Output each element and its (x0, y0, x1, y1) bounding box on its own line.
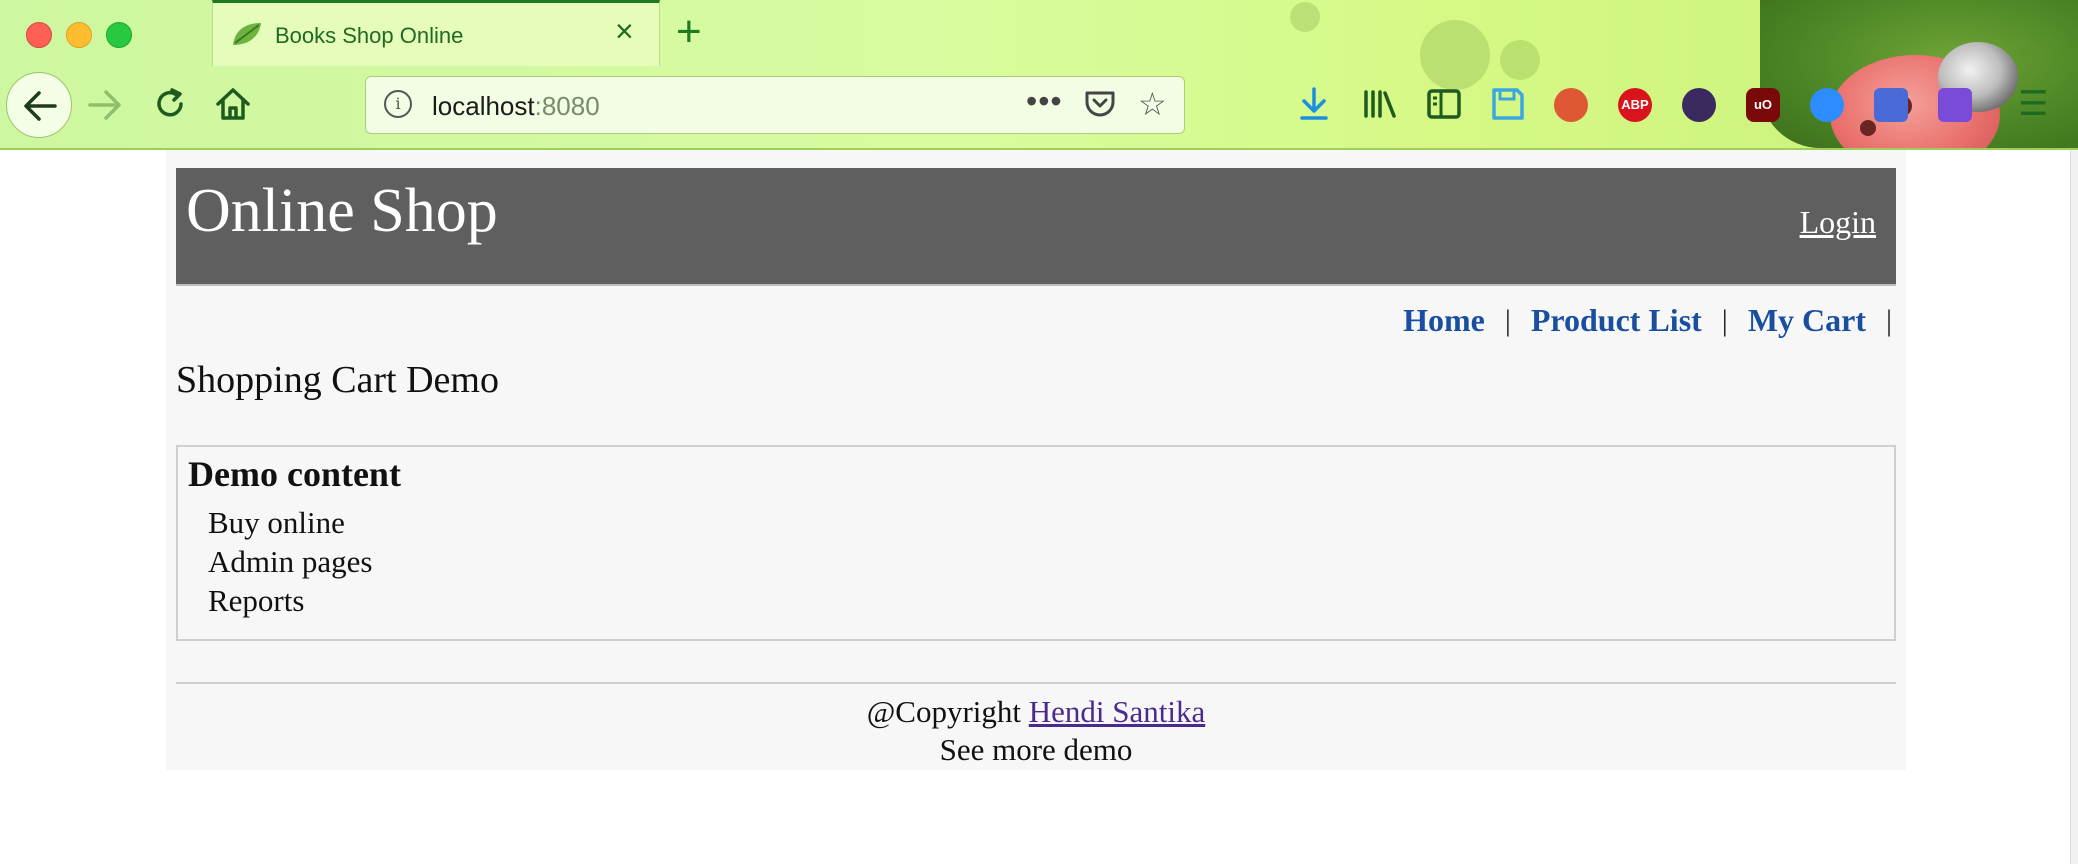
nav-home-link[interactable]: Home (1403, 302, 1485, 339)
url-text[interactable]: localhost:8080 (432, 91, 600, 122)
site-header: Online Shop Login (176, 168, 1896, 286)
url-host: localhost (432, 91, 535, 121)
sidebar-icon[interactable] (1426, 88, 1462, 128)
nav-separator: | (1885, 303, 1892, 337)
list-item: Reports (208, 583, 305, 618)
page-heading: Shopping Cart Demo (176, 359, 499, 401)
browser-tab-active[interactable]: Books Shop Online × (212, 0, 660, 66)
zoom-icon[interactable] (1810, 88, 1844, 122)
address-bar[interactable]: i localhost:8080 ••• ☆ (365, 76, 1185, 134)
spring-leaf-icon (231, 21, 263, 47)
page-container: Online Shop Login Home | Product List | … (166, 150, 1906, 770)
home-button[interactable] (214, 86, 252, 130)
footer-divider (176, 682, 1896, 684)
forward-button[interactable] (86, 86, 124, 132)
browser-chrome: Books Shop Online × + i localhost:8080 •… (0, 0, 2078, 150)
theme-decoration (1290, 2, 1320, 32)
forward-arrow-icon (88, 90, 121, 120)
zoom-window-button[interactable] (106, 22, 132, 48)
back-button[interactable] (6, 72, 72, 138)
demo-content-title: Demo content (188, 454, 401, 494)
translate-icon[interactable] (1874, 88, 1908, 122)
color-picker-icon[interactable] (1682, 88, 1716, 122)
list-item: Buy online (208, 505, 345, 540)
puzzle-extension-icon[interactable] (1938, 88, 1972, 122)
close-window-button[interactable] (26, 22, 52, 48)
duckduckgo-icon[interactable] (1554, 88, 1588, 122)
reload-icon (157, 88, 183, 117)
page-actions-icon[interactable]: ••• (1026, 83, 1063, 120)
demo-content-list: Buy online Admin pages Reports (208, 503, 372, 620)
bookmark-star-icon[interactable]: ☆ (1138, 85, 1167, 123)
save-icon[interactable] (1490, 86, 1526, 130)
menu-icon[interactable]: ☰ (2018, 84, 2048, 124)
nav-separator: | (1504, 303, 1511, 337)
url-port: :8080 (534, 91, 600, 121)
ublock-origin-icon[interactable]: uO (1746, 88, 1780, 122)
adblock-plus-icon[interactable]: ABP (1618, 88, 1652, 122)
theme-decoration (1500, 40, 1540, 80)
site-info-icon[interactable]: i (384, 90, 412, 118)
pocket-icon[interactable] (1084, 89, 1116, 124)
see-more-demo-text: See more demo (939, 732, 1133, 767)
downloads-icon[interactable] (1298, 86, 1330, 130)
author-link[interactable]: Hendi Santika (1029, 694, 1206, 729)
back-arrow-icon (24, 91, 57, 121)
tab-title: Books Shop Online (275, 23, 464, 48)
site-title: Online Shop (186, 177, 498, 245)
library-icon[interactable] (1362, 88, 1398, 128)
nav-my-cart-link[interactable]: My Cart (1748, 302, 1866, 339)
login-link[interactable]: Login (1800, 204, 1876, 241)
reload-button[interactable] (152, 86, 188, 130)
window-edge (2070, 150, 2078, 864)
home-icon (216, 88, 250, 120)
footer-copyright: @Copyright Hendi Santika (166, 694, 1906, 730)
ladybug-theme-image (1760, 0, 2078, 148)
nav-separator: | (1721, 303, 1728, 337)
copyright-text: @Copyright (866, 694, 1022, 729)
main-nav: Home | Product List | My Cart | (1403, 302, 1892, 339)
theme-decoration (1420, 20, 1490, 90)
nav-product-list-link[interactable]: Product List (1531, 302, 1702, 339)
new-tab-button[interactable]: + (676, 8, 702, 56)
tab-close-icon[interactable]: × (615, 15, 634, 47)
minimize-window-button[interactable] (66, 22, 92, 48)
demo-content-box: Demo content Buy online Admin pages Repo… (176, 445, 1896, 641)
list-item: Admin pages (208, 544, 373, 579)
